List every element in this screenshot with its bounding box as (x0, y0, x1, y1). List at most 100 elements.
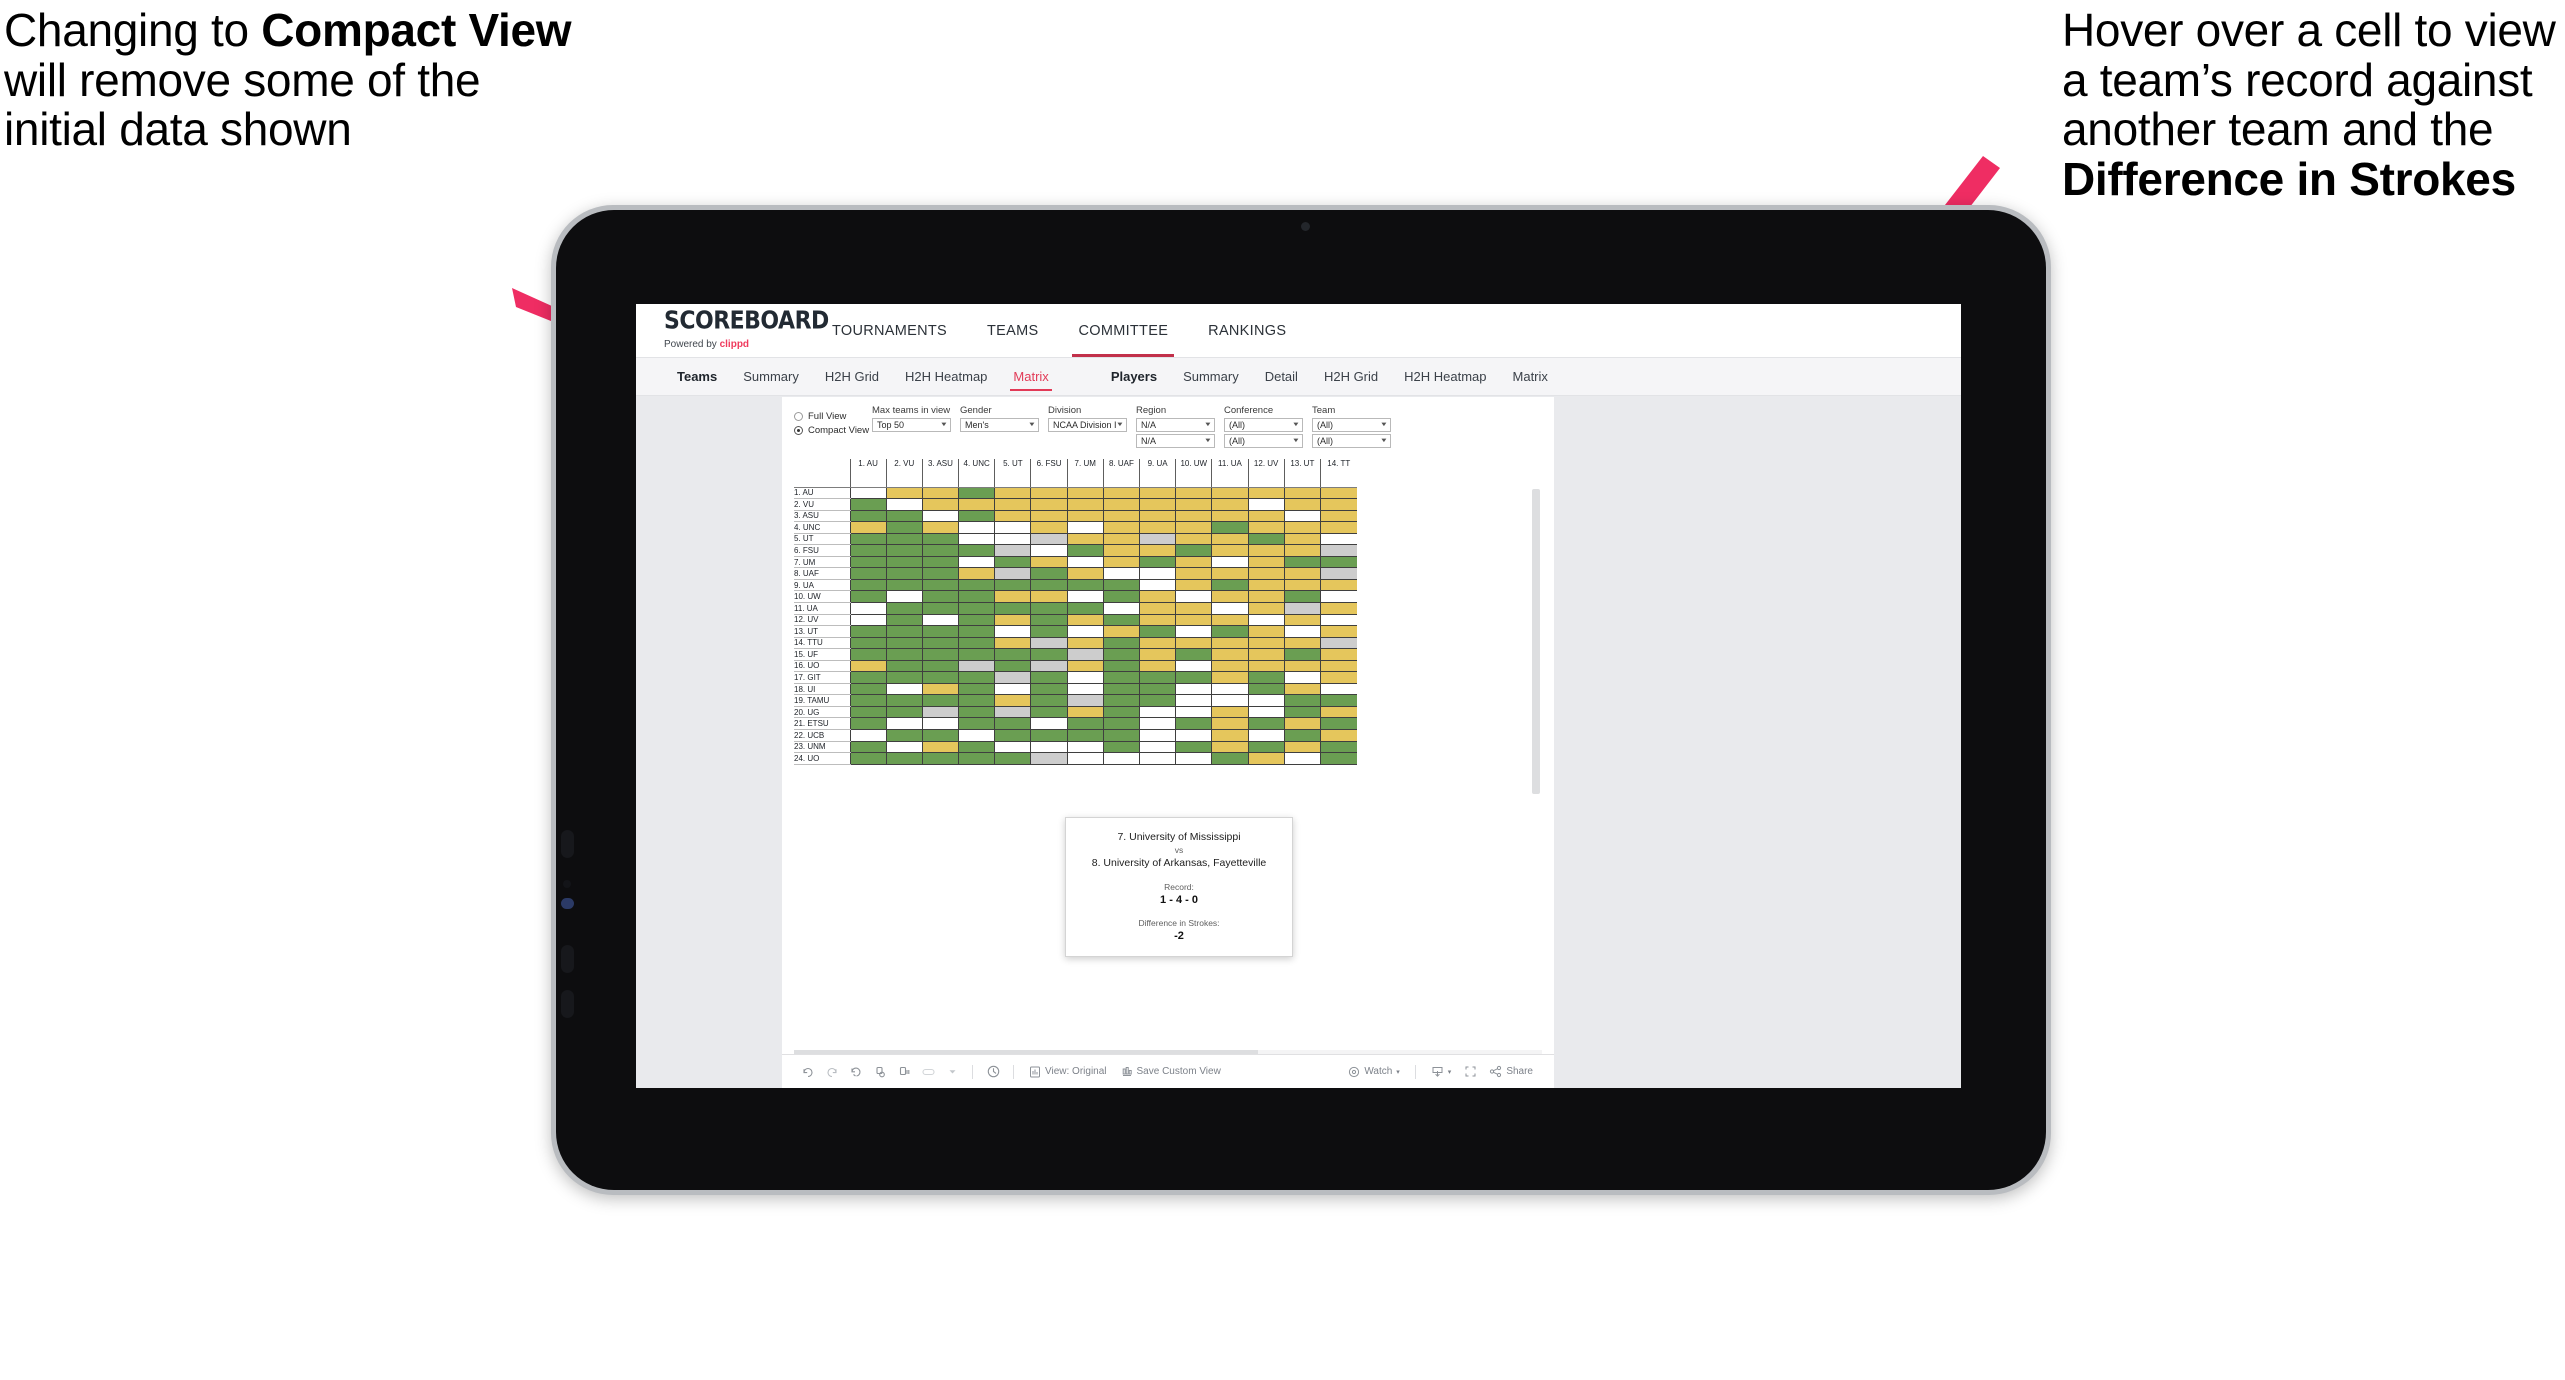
matrix-cell[interactable] (1211, 717, 1249, 730)
matrix-row-header[interactable]: 20. UG (794, 706, 850, 719)
matrix-cell[interactable] (1102, 671, 1140, 684)
matrix-cell[interactable] (1102, 498, 1140, 511)
matrix-cell[interactable] (885, 729, 923, 742)
matrix-cell[interactable] (1211, 510, 1249, 523)
matrix-cell[interactable] (1247, 637, 1285, 650)
matrix-cell[interactable] (1102, 752, 1140, 765)
refresh-icon[interactable] (868, 1061, 892, 1083)
matrix-cell[interactable] (958, 614, 995, 627)
matrix-row-header[interactable]: 23. UNM (794, 741, 850, 754)
side-button-top[interactable] (561, 830, 574, 858)
matrix-cell[interactable] (1138, 660, 1176, 673)
matrix-cell[interactable] (1066, 556, 1104, 569)
matrix-cell[interactable] (921, 706, 959, 719)
matrix-cell[interactable] (1283, 487, 1321, 500)
matrix-cell[interactable] (849, 498, 887, 511)
matrix-cell[interactable] (1247, 498, 1285, 511)
matrix-cell[interactable] (1030, 671, 1068, 684)
matrix-cell[interactable] (1247, 614, 1285, 627)
matrix-cell[interactable] (1283, 683, 1321, 696)
matrix-cell[interactable] (1030, 544, 1068, 557)
matrix-cell[interactable] (958, 625, 995, 638)
matrix-cell[interactable] (1283, 752, 1321, 765)
matrix-cell[interactable] (1175, 521, 1212, 534)
subnav-teams-summary[interactable]: Summary (730, 358, 812, 395)
matrix-row-header[interactable]: 9. UA (794, 579, 850, 592)
matrix-row-header[interactable]: 2. VU (794, 498, 850, 511)
matrix-cell[interactable] (1138, 729, 1176, 742)
matrix-cell[interactable] (1066, 521, 1104, 534)
shape-icon[interactable] (916, 1061, 940, 1083)
matrix-cell[interactable] (1066, 625, 1104, 638)
matrix-cell[interactable] (1211, 683, 1249, 696)
matrix-cell[interactable] (921, 602, 959, 615)
matrix-cell[interactable] (1066, 602, 1104, 615)
matrix-cell[interactable] (1030, 660, 1068, 673)
matrix-cell[interactable] (1066, 741, 1104, 754)
matrix-cell[interactable] (1138, 579, 1176, 592)
matrix-cell[interactable] (849, 717, 887, 730)
matrix-cell[interactable] (1247, 694, 1285, 707)
download-button[interactable]: ▾ (1424, 1061, 1459, 1083)
matrix-cell[interactable] (994, 741, 1031, 754)
matrix-cell[interactable] (1102, 660, 1140, 673)
matrix-cell[interactable] (1030, 741, 1068, 754)
matrix-cell[interactable] (1175, 533, 1212, 546)
matrix-cell[interactable] (1283, 590, 1321, 603)
matrix-cell[interactable] (1247, 602, 1285, 615)
matrix-cell[interactable] (1030, 625, 1068, 638)
matrix-cell[interactable] (921, 625, 959, 638)
matrix-cell[interactable] (1030, 694, 1068, 707)
matrix-cell[interactable] (1319, 498, 1357, 511)
matrix-cell[interactable] (1247, 717, 1285, 730)
matrix-cell[interactable] (1247, 544, 1285, 557)
matrix-cell[interactable] (921, 533, 959, 546)
matrix-cell[interactable] (1211, 637, 1249, 650)
subnav-teams-h2h-heatmap[interactable]: H2H Heatmap (892, 358, 1000, 395)
matrix-cell[interactable] (1102, 706, 1140, 719)
matrix-cell[interactable] (1247, 741, 1285, 754)
matrix-cell[interactable] (1319, 717, 1357, 730)
matrix-cell[interactable] (921, 671, 959, 684)
matrix-cell[interactable] (921, 579, 959, 592)
matrix-cell[interactable] (1247, 567, 1285, 580)
matrix-cell[interactable] (1319, 625, 1357, 638)
matrix-cell[interactable] (1319, 660, 1357, 673)
matrix-cell[interactable] (1138, 556, 1176, 569)
matrix-cell[interactable] (1175, 729, 1212, 742)
matrix-cell[interactable] (849, 602, 887, 615)
matrix-cell[interactable] (885, 741, 923, 754)
matrix-cell[interactable] (885, 579, 923, 592)
matrix-cell[interactable] (1138, 510, 1176, 523)
matrix-row-header[interactable]: 21. ETSU (794, 717, 850, 730)
watch-button[interactable]: Watch ▾ (1341, 1061, 1406, 1083)
matrix-cell[interactable] (1211, 487, 1249, 500)
nav-committee[interactable]: COMMITTEE (1058, 304, 1188, 357)
matrix-row-header[interactable]: 15. UF (794, 648, 850, 661)
matrix-cell[interactable] (1319, 752, 1357, 765)
matrix-cell[interactable] (1138, 694, 1176, 707)
matrix-cell[interactable] (1211, 498, 1249, 511)
matrix-cell[interactable] (1138, 706, 1176, 719)
matrix-cell[interactable] (1319, 637, 1357, 650)
matrix-cell[interactable] (994, 602, 1031, 615)
matrix-cell[interactable] (958, 498, 995, 511)
matrix-cell[interactable] (1138, 533, 1176, 546)
matrix-row-header[interactable]: 17. GIT (794, 671, 850, 684)
matrix-cell[interactable] (994, 752, 1031, 765)
matrix-cell[interactable] (1138, 683, 1176, 696)
matrix-cell[interactable] (958, 717, 995, 730)
matrix-cell[interactable] (958, 729, 995, 742)
matrix-cell[interactable] (1138, 752, 1176, 765)
matrix-cell[interactable] (958, 510, 995, 523)
matrix-cell[interactable] (1138, 614, 1176, 627)
matrix-cell[interactable] (1319, 567, 1357, 580)
matrix-cell[interactable] (1211, 729, 1249, 742)
matrix-cell[interactable] (1247, 729, 1285, 742)
matrix-column-header[interactable]: 12. UV (1247, 459, 1285, 488)
matrix-cell[interactable] (1030, 567, 1068, 580)
matrix-cell[interactable] (885, 567, 923, 580)
matrix-cell[interactable] (1030, 637, 1068, 650)
matrix-cell[interactable] (849, 625, 887, 638)
matrix-cell[interactable] (994, 556, 1031, 569)
